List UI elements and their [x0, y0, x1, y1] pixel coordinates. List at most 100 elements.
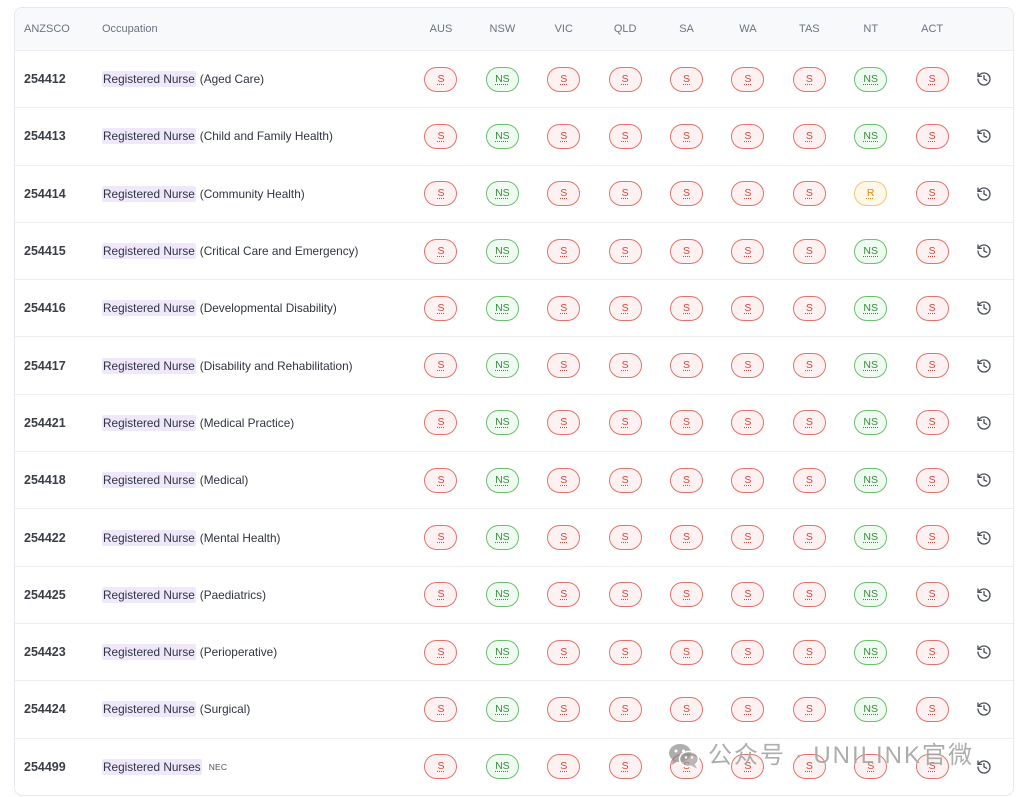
status-badge-aus[interactable]: S — [424, 353, 458, 379]
status-badge-aus[interactable]: S — [424, 582, 458, 608]
status-badge-qld[interactable]: S — [608, 123, 642, 149]
status-badge-vic[interactable]: S — [547, 639, 581, 665]
status-badge-wa[interactable]: S — [731, 696, 765, 722]
status-badge-qld[interactable]: S — [608, 639, 642, 665]
status-badge-nsw[interactable]: NS — [485, 754, 519, 780]
status-badge-qld[interactable]: S — [608, 582, 642, 608]
status-badge-sa[interactable]: S — [670, 295, 704, 321]
status-badge-qld[interactable]: S — [608, 238, 642, 264]
status-badge-nt[interactable]: NS — [854, 525, 888, 551]
status-badge-wa[interactable]: S — [731, 66, 765, 92]
status-badge-nt[interactable]: NS — [854, 582, 888, 608]
status-badge-sa[interactable]: S — [670, 238, 704, 264]
status-badge-nt[interactable]: NS — [854, 639, 888, 665]
status-badge-act[interactable]: S — [915, 181, 949, 207]
occupation-link[interactable]: Registered Nurse (Child and Family Health… — [92, 108, 410, 164]
status-badge-vic[interactable]: S — [547, 238, 581, 264]
status-badge-tas[interactable]: S — [792, 410, 826, 436]
status-badge-wa[interactable]: S — [731, 123, 765, 149]
status-badge-wa[interactable]: S — [731, 754, 765, 780]
status-badge-vic[interactable]: S — [547, 582, 581, 608]
status-badge-sa[interactable]: S — [670, 582, 704, 608]
status-badge-sa[interactable]: S — [670, 696, 704, 722]
status-badge-aus[interactable]: S — [424, 467, 458, 493]
status-badge-act[interactable]: S — [915, 639, 949, 665]
occupation-link[interactable]: Registered Nurse (Aged Care) — [92, 51, 410, 107]
status-badge-wa[interactable]: S — [731, 467, 765, 493]
status-badge-act[interactable]: S — [915, 295, 949, 321]
status-badge-act[interactable]: S — [915, 238, 949, 264]
history-button[interactable] — [963, 395, 1005, 451]
status-badge-vic[interactable]: S — [547, 410, 581, 436]
history-button[interactable] — [963, 567, 1005, 623]
occupation-link[interactable]: Registered Nurse (Perioperative) — [92, 624, 410, 680]
status-badge-aus[interactable]: S — [424, 754, 458, 780]
history-button[interactable] — [963, 223, 1005, 279]
occupation-link[interactable]: Registered Nurse (Developmental Disabilit… — [92, 280, 410, 336]
status-badge-sa[interactable]: S — [670, 639, 704, 665]
status-badge-tas[interactable]: S — [792, 754, 826, 780]
status-badge-act[interactable]: S — [915, 123, 949, 149]
status-badge-qld[interactable]: S — [608, 467, 642, 493]
status-badge-sa[interactable]: S — [670, 66, 704, 92]
status-badge-nt[interactable]: NS — [854, 238, 888, 264]
status-badge-sa[interactable]: S — [670, 181, 704, 207]
status-badge-nsw[interactable]: NS — [485, 181, 519, 207]
status-badge-vic[interactable]: S — [547, 525, 581, 551]
status-badge-aus[interactable]: S — [424, 66, 458, 92]
status-badge-qld[interactable]: S — [608, 181, 642, 207]
status-badge-vic[interactable]: S — [547, 754, 581, 780]
occupation-link[interactable]: Registered Nurse (Critical Care and Emerg… — [92, 223, 410, 279]
status-badge-act[interactable]: S — [915, 696, 949, 722]
occupation-link[interactable]: Registered Nurses NEC — [92, 739, 410, 795]
history-button[interactable] — [963, 337, 1005, 393]
occupation-link[interactable]: Registered Nurse (Paediatrics) — [92, 567, 410, 623]
status-badge-wa[interactable]: S — [731, 238, 765, 264]
status-badge-nsw[interactable]: NS — [485, 123, 519, 149]
status-badge-nsw[interactable]: NS — [485, 295, 519, 321]
status-badge-nsw[interactable]: NS — [485, 639, 519, 665]
history-button[interactable] — [963, 280, 1005, 336]
history-button[interactable] — [963, 166, 1005, 222]
status-badge-tas[interactable]: S — [792, 639, 826, 665]
status-badge-wa[interactable]: S — [731, 582, 765, 608]
occupation-link[interactable]: Registered Nurse (Surgical) — [92, 681, 410, 737]
history-button[interactable] — [963, 739, 1005, 795]
status-badge-tas[interactable]: S — [792, 353, 826, 379]
status-badge-wa[interactable]: S — [731, 295, 765, 321]
status-badge-tas[interactable]: S — [792, 525, 826, 551]
occupation-link[interactable]: Registered Nurse (Community Health) — [92, 166, 410, 222]
status-badge-act[interactable]: S — [915, 525, 949, 551]
status-badge-vic[interactable]: S — [547, 696, 581, 722]
status-badge-tas[interactable]: S — [792, 295, 826, 321]
status-badge-nt[interactable]: R — [854, 181, 888, 207]
status-badge-nt[interactable]: NS — [854, 123, 888, 149]
status-badge-vic[interactable]: S — [547, 467, 581, 493]
status-badge-nsw[interactable]: NS — [485, 238, 519, 264]
status-badge-vic[interactable]: S — [547, 181, 581, 207]
status-badge-nsw[interactable]: NS — [485, 66, 519, 92]
status-badge-nsw[interactable]: NS — [485, 410, 519, 436]
status-badge-nt[interactable]: NS — [854, 295, 888, 321]
status-badge-nt[interactable]: NS — [854, 353, 888, 379]
status-badge-act[interactable]: S — [915, 467, 949, 493]
status-badge-vic[interactable]: S — [547, 353, 581, 379]
history-button[interactable] — [963, 452, 1005, 508]
status-badge-aus[interactable]: S — [424, 123, 458, 149]
status-badge-tas[interactable]: S — [792, 696, 826, 722]
status-badge-qld[interactable]: S — [608, 353, 642, 379]
history-button[interactable] — [963, 681, 1005, 737]
status-badge-wa[interactable]: S — [731, 353, 765, 379]
status-badge-aus[interactable]: S — [424, 181, 458, 207]
status-badge-tas[interactable]: S — [792, 123, 826, 149]
status-badge-wa[interactable]: S — [731, 639, 765, 665]
status-badge-qld[interactable]: S — [608, 295, 642, 321]
status-badge-nsw[interactable]: NS — [485, 467, 519, 493]
status-badge-act[interactable]: S — [915, 66, 949, 92]
status-badge-sa[interactable]: S — [670, 353, 704, 379]
occupation-link[interactable]: Registered Nurse (Mental Health) — [92, 509, 410, 565]
status-badge-sa[interactable]: S — [670, 123, 704, 149]
status-badge-sa[interactable]: S — [670, 525, 704, 551]
status-badge-qld[interactable]: S — [608, 696, 642, 722]
status-badge-wa[interactable]: S — [731, 181, 765, 207]
